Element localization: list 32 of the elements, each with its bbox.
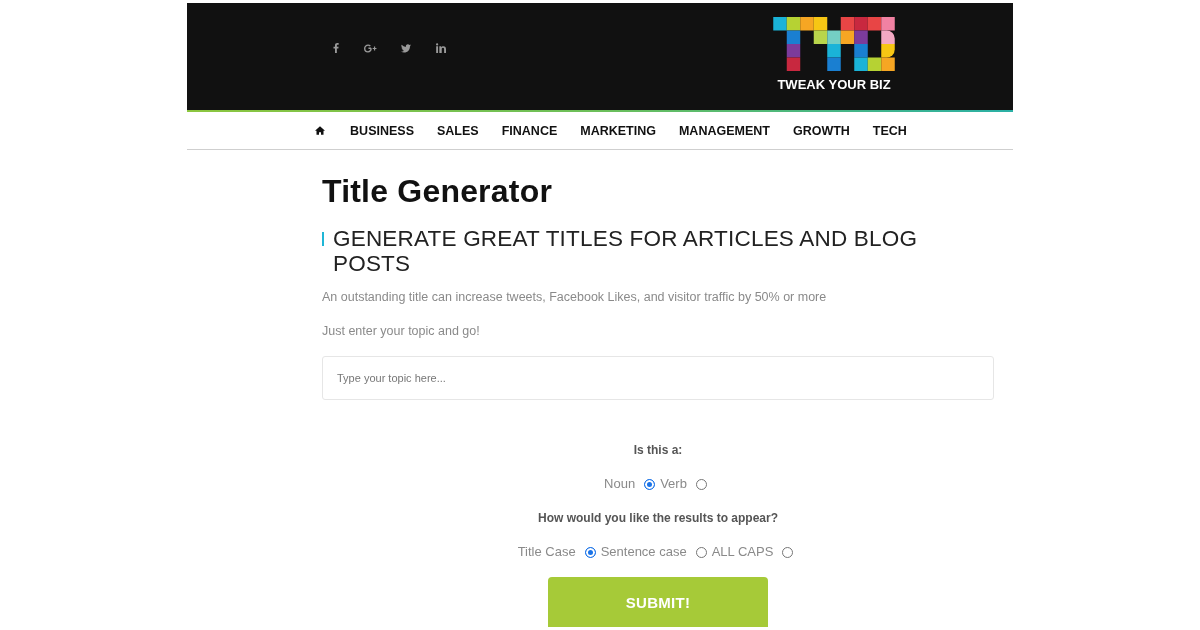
nav-link[interactable]: BUSINESS: [350, 122, 414, 139]
radio-button[interactable]: [695, 546, 707, 558]
linkedin-icon[interactable]: [435, 43, 446, 53]
radio-button[interactable]: [584, 546, 596, 558]
nav-link[interactable]: MANAGEMENT: [678, 122, 770, 139]
logo-mark-icon[interactable]: [773, 17, 895, 71]
nav-link[interactable]: SALES: [437, 122, 479, 139]
nav-link[interactable]: TECH: [872, 122, 907, 139]
home-icon[interactable]: [315, 126, 326, 135]
google-plus-icon[interactable]: [364, 43, 377, 53]
facebook-icon[interactable]: [332, 43, 339, 53]
nav-link[interactable]: GROWTH: [792, 122, 850, 139]
question-label: How would you like the results to appear?: [537, 510, 778, 527]
option-label[interactable]: Sentence case: [600, 543, 687, 561]
nav-link[interactable]: MARKETING: [580, 122, 656, 139]
question-label: Is this a:: [633, 442, 683, 459]
accent-bar: [322, 232, 324, 246]
page-title: Title Generator: [322, 172, 554, 210]
topic-input-field[interactable]: Type your topic here...: [322, 356, 994, 400]
radio-button[interactable]: [644, 478, 656, 490]
intro-text: An outstanding title can increase tweets, Facebook Likes, and visitor traffic by 50% or more: [322, 289, 828, 306]
radio-button[interactable]: [695, 478, 707, 490]
subtitle: GENERATE GREAT TITLES FOR ARTICLES AND BLOG POSTS: [333, 226, 919, 276]
option-label[interactable]: Verb: [660, 475, 687, 493]
twitter-icon[interactable]: [400, 43, 411, 53]
option-label[interactable]: ALL CAPS: [711, 543, 774, 561]
radio-button[interactable]: [782, 546, 794, 558]
nav-link[interactable]: FINANCE: [501, 122, 558, 139]
intro-text: Just enter your topic and go!: [322, 323, 481, 340]
option-label[interactable]: Noun: [604, 475, 636, 493]
logo-text[interactable]: TWEAK YOUR BIZ: [777, 77, 891, 92]
option-label[interactable]: Title Case: [517, 543, 576, 561]
